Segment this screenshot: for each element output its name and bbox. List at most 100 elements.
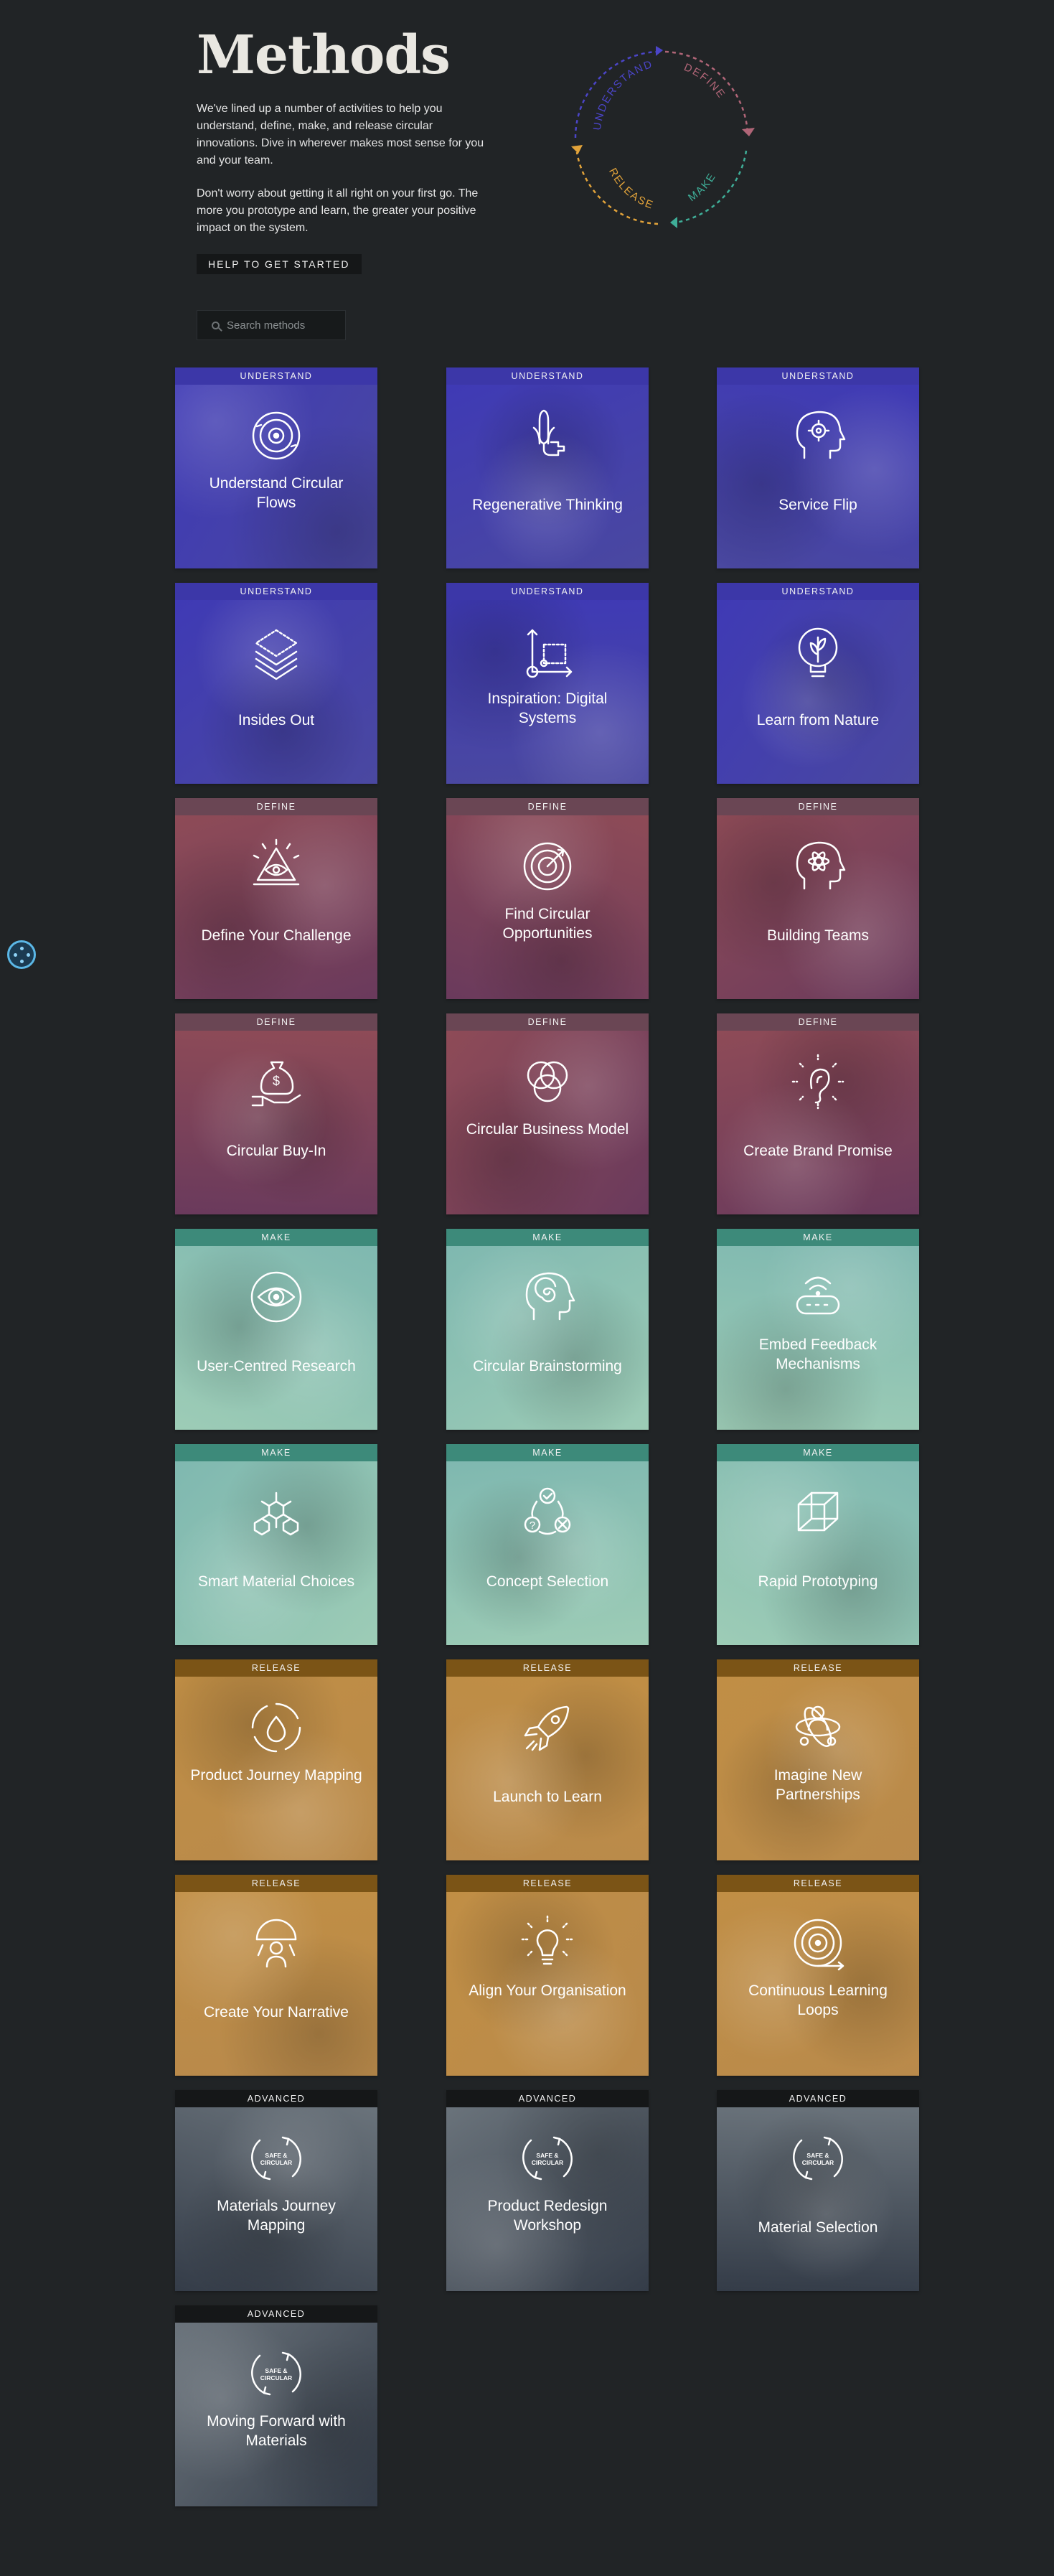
method-title: Insides Out [237, 712, 315, 729]
method-card-image: $ Circular Buy-In [175, 1031, 377, 1214]
cycle-label-understand: UNDERSTAND [591, 58, 655, 131]
method-category-label: MAKE [717, 1444, 919, 1461]
circular-flows-icon [252, 411, 301, 460]
method-title: Moving Forward with Materials [207, 2413, 346, 2449]
storyteller-icon [255, 1919, 297, 1968]
method-card[interactable]: RELEASE Continuous Learning Loops [717, 1875, 919, 2076]
method-card-image: Building Teams [717, 815, 919, 999]
method-card[interactable]: MAKE Circular Brainstorming [446, 1229, 649, 1430]
method-category-label: DEFINE [175, 1013, 377, 1031]
method-card[interactable]: ADVANCED SAFE & CIRCULAR Materials Journey … [175, 2090, 377, 2291]
method-category-label: UNDERSTAND [446, 583, 649, 600]
svg-text:CIRCULAR: CIRCULAR [260, 2159, 292, 2166]
method-card-image: Imagine New Partnerships [717, 1677, 919, 1860]
method-card[interactable]: DEFINE $ Circular Buy-In [175, 1013, 377, 1214]
method-card-image: User-Centred Research [175, 1246, 377, 1430]
method-category-label: MAKE [446, 1229, 649, 1246]
method-card-image: Launch to Learn [446, 1677, 649, 1860]
method-category-label: UNDERSTAND [717, 583, 919, 600]
method-card-image: Continuous Learning Loops [717, 1892, 919, 2076]
method-card[interactable]: ADVANCED SAFE & CIRCULAR Product Redesign W… [446, 2090, 649, 2291]
method-category-label: UNDERSTAND [175, 367, 377, 385]
method-card[interactable]: DEFINE Building Teams [717, 798, 919, 999]
help-to-get-started-button[interactable]: HELP TO GET STARTED [197, 254, 362, 274]
venn-diagram-icon [527, 1061, 568, 1102]
understand-arrow-icon [656, 46, 663, 56]
method-card[interactable]: UNDERSTAND Understand Circular Flows [175, 367, 377, 568]
corn-plug-icon [532, 409, 565, 456]
method-card[interactable]: RELEASE Imagine New Partnerships [717, 1659, 919, 1860]
method-card[interactable]: DEFINE Define Your Challenge [175, 798, 377, 999]
method-card[interactable]: MAKE Embed Feedback Mechanisms [717, 1229, 919, 1430]
method-category-label: DEFINE [446, 798, 649, 815]
method-title: Material Selection [758, 2219, 878, 2236]
method-title: Learn from Nature [756, 712, 880, 729]
method-card-image: SAFE & CIRCULAR Product Redesign Workshop [446, 2107, 649, 2291]
floating-cycle-icon[interactable] [7, 940, 36, 969]
method-title: Product Journey Mapping [190, 1767, 362, 1784]
method-category-label: DEFINE [175, 798, 377, 815]
molecule-icon [253, 1491, 299, 1536]
safe-circular-label: SAFE & [265, 2367, 287, 2374]
method-card-image: Create Brand Promise [717, 1031, 919, 1214]
cube-icon [797, 1491, 839, 1532]
method-card[interactable]: UNDERSTAND Service Flip [717, 367, 919, 568]
method-category-label: DEFINE [717, 798, 919, 815]
method-card[interactable]: MAKE Rapid Prototyping [717, 1444, 919, 1645]
method-card-image: Circular Business Model [446, 1031, 649, 1214]
method-title: Regenerative Thinking [472, 497, 623, 513]
safe-circular-label: SAFE & [536, 2152, 558, 2159]
method-title: Smart Material Choices [197, 1573, 355, 1590]
svg-text:CIRCULAR: CIRCULAR [532, 2159, 563, 2166]
method-card[interactable]: ADVANCED SAFE & CIRCULAR Moving Forward wit… [175, 2305, 377, 2506]
method-card-image: Service Flip [717, 385, 919, 568]
define-arc [664, 50, 749, 135]
light-bulb-icon [521, 1915, 574, 1965]
intro-paragraph-1: We've lined up a number of activities to… [197, 103, 484, 167]
method-card[interactable]: DEFINE Circular Business Model [446, 1013, 649, 1214]
method-card-image: SAFE & CIRCULAR Moving Forward with Materi… [175, 2323, 377, 2506]
method-title: Building Teams [766, 927, 870, 944]
method-title: Inspiration: Digital Systems [487, 690, 608, 726]
method-card[interactable]: MAKE? Concept Selection [446, 1444, 649, 1645]
method-category-label: RELEASE [717, 1659, 919, 1677]
method-card-image: Product Journey Mapping [175, 1677, 377, 1860]
method-category-label: UNDERSTAND [175, 583, 377, 600]
method-card[interactable]: UNDERSTAND Learn from Nature [717, 583, 919, 784]
method-title: Service Flip [778, 497, 857, 513]
method-category-label: ADVANCED [446, 2090, 649, 2107]
wireless-device-icon [796, 1276, 840, 1315]
search-box[interactable] [197, 310, 346, 340]
method-card[interactable]: ADVANCED SAFE & CIRCULAR Material Selection [717, 2090, 919, 2291]
method-title: Launch to Learn [493, 1789, 602, 1805]
method-card[interactable]: MAKE Smart Material Choices [175, 1444, 377, 1645]
eye-target-icon [250, 1271, 302, 1323]
method-title: Product Redesign Workshop [487, 2198, 608, 2234]
method-card[interactable]: RELEASE Align Your Organisation [446, 1875, 649, 2076]
method-title: Materials Journey Mapping [217, 2198, 336, 2234]
safe-circular-icon: SAFE &CIRCULAR [522, 2136, 573, 2181]
method-card[interactable]: DEFINE Create Brand Promise [717, 1013, 919, 1214]
rocket-icon [524, 1705, 570, 1751]
method-category-label: ADVANCED [175, 2090, 377, 2107]
method-title: Imagine New Partnerships [773, 1767, 862, 1803]
svg-text:CIRCULAR: CIRCULAR [802, 2159, 834, 2166]
method-card-image: Smart Material Choices [175, 1461, 377, 1645]
search-icon [212, 321, 220, 329]
method-card-image: Embed Feedback Mechanisms [717, 1246, 919, 1430]
method-card[interactable]: RELEASE Product Journey Mapping [175, 1659, 377, 1860]
method-title: Create Your Narrative [204, 2004, 349, 2020]
method-card[interactable]: UNDERSTAND Insides Out [175, 583, 377, 784]
method-card-image: Create Your Narrative [175, 1892, 377, 2076]
method-card[interactable]: MAKE User-Centred Research [175, 1229, 377, 1430]
method-card[interactable]: RELEASE Launch to Learn [446, 1659, 649, 1860]
method-card[interactable]: UNDERSTAND Regenerative Thinking [446, 367, 649, 568]
method-title: Find Circular Opportunities [502, 906, 593, 942]
method-card[interactable]: UNDERSTAND Inspiration: Digital Systems [446, 583, 649, 784]
search-input[interactable] [225, 318, 336, 332]
safe-circular-icon: SAFE &CIRCULAR [793, 2136, 843, 2181]
method-card[interactable]: RELEASE Create Your Narrative [175, 1875, 377, 2076]
method-card[interactable]: DEFINE Find Circular Opportunities [446, 798, 649, 999]
ear-icon [791, 1054, 844, 1110]
method-category-label: UNDERSTAND [446, 367, 649, 385]
